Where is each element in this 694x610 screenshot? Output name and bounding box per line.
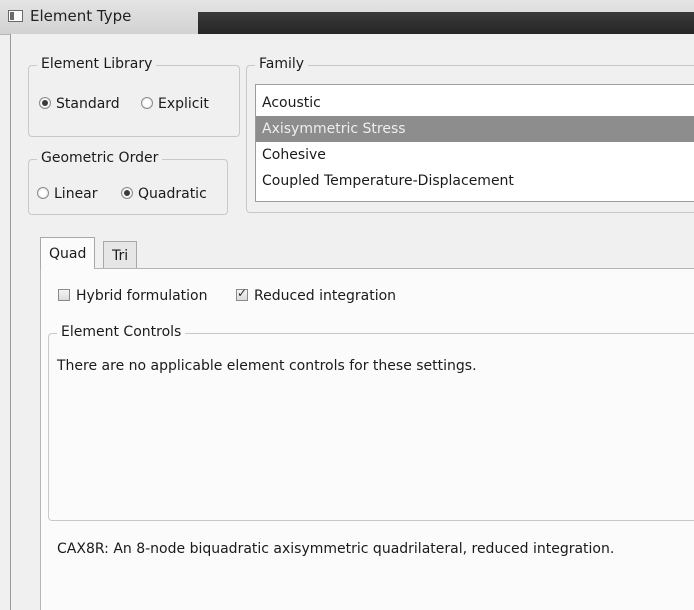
radio-linear[interactable]: Linear xyxy=(37,186,98,202)
radio-standard[interactable]: Standard xyxy=(39,96,120,112)
element-controls-group: Element Controls There are no applicable… xyxy=(48,324,694,521)
radio-standard-label: Standard xyxy=(56,96,120,112)
radio-quadratic[interactable]: Quadratic xyxy=(121,186,207,202)
reduced-integration-box[interactable] xyxy=(236,286,248,301)
radio-standard-indicator[interactable] xyxy=(39,97,51,109)
hybrid-formulation-checkbox[interactable]: Hybrid formulation xyxy=(58,288,207,304)
radio-explicit-label: Explicit xyxy=(158,96,209,112)
tab-quad[interactable]: Quad xyxy=(40,237,96,269)
radio-explicit[interactable]: Explicit xyxy=(141,96,209,112)
title-bar-background xyxy=(198,12,694,34)
radio-quadratic-label: Quadratic xyxy=(138,186,207,202)
family-item-acoustic[interactable]: Acoustic xyxy=(256,90,694,116)
family-item-axisymmetric-stress[interactable]: Axisymmetric Stress xyxy=(256,116,694,142)
radio-explicit-indicator[interactable] xyxy=(141,97,153,109)
title-bar[interactable]: Element Type xyxy=(0,0,694,35)
radio-linear-indicator[interactable] xyxy=(37,187,49,199)
tab-tri[interactable]: Tri xyxy=(103,241,138,269)
element-library-group: Element Library Standard Explicit xyxy=(28,56,240,137)
family-item-cohesive[interactable]: Cohesive xyxy=(256,142,694,168)
window-title: Element Type xyxy=(30,7,132,25)
geometric-order-group: Geometric Order Linear Quadratic xyxy=(28,150,228,215)
radio-linear-label: Linear xyxy=(54,186,98,202)
geometric-order-legend: Geometric Order xyxy=(37,150,163,166)
hybrid-formulation-label: Hybrid formulation xyxy=(76,288,208,304)
element-controls-legend: Element Controls xyxy=(57,324,186,340)
element-controls-message: There are no applicable element controls… xyxy=(57,358,477,374)
family-item-coupled-temperature-displacement[interactable]: Coupled Temperature-Displacement xyxy=(256,168,694,194)
family-legend: Family xyxy=(255,56,309,72)
window-icon xyxy=(8,10,23,22)
family-list[interactable]: Acoustic Axisymmetric Stress Cohesive Co… xyxy=(255,84,694,202)
element-library-legend: Element Library xyxy=(37,56,157,72)
reduced-integration-checkbox[interactable]: Reduced integration xyxy=(236,286,397,304)
element-description: CAX8R: An 8-node biquadratic axisymmetri… xyxy=(57,541,615,557)
reduced-integration-label: Reduced integration xyxy=(254,288,397,304)
radio-quadratic-indicator[interactable] xyxy=(121,187,133,199)
hybrid-formulation-box[interactable] xyxy=(58,289,70,301)
